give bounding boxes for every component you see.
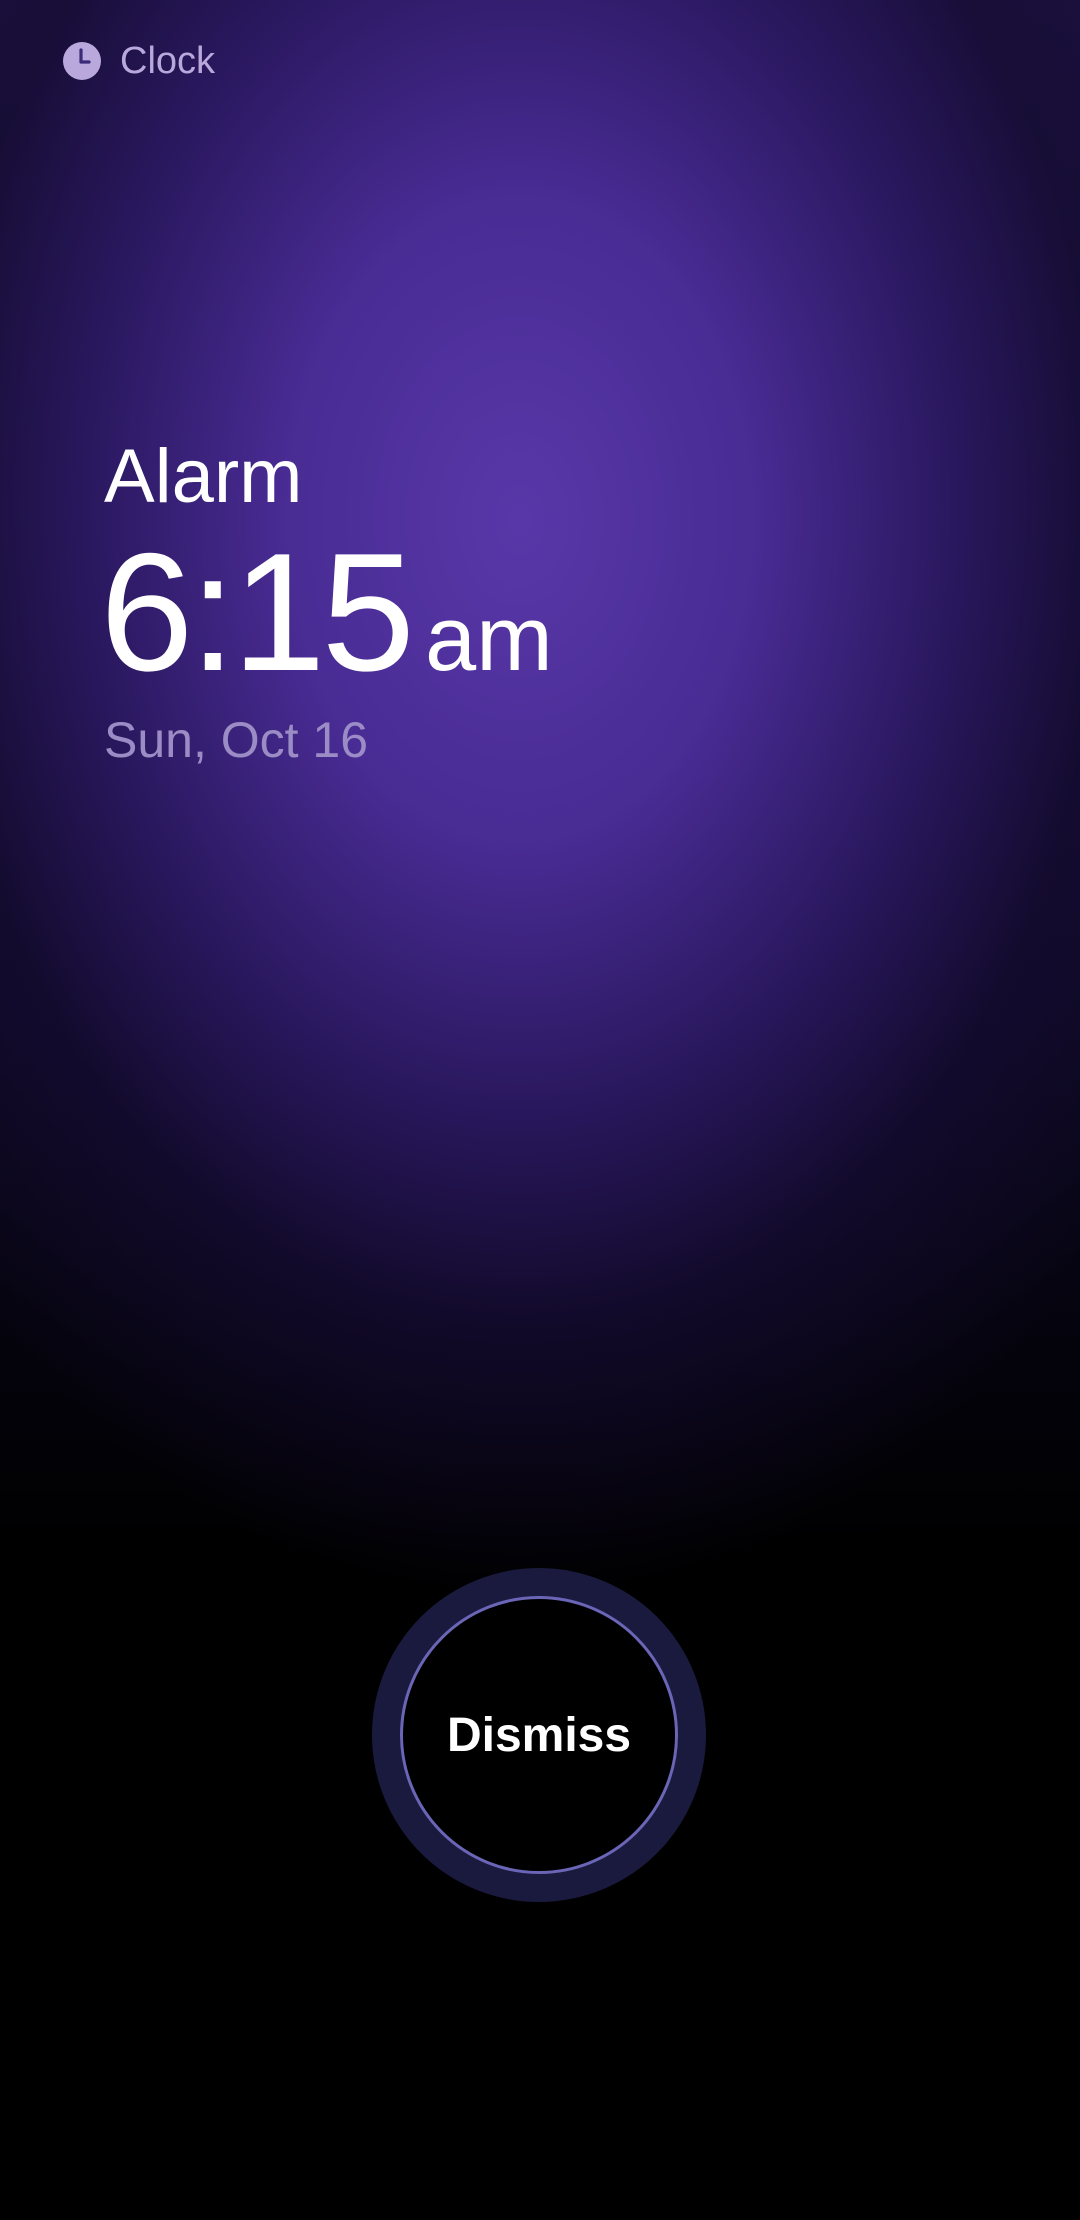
dismiss-label: Dismiss (446, 1708, 632, 1762)
alarm-time-ampm: am (424, 588, 553, 690)
clock-icon (62, 41, 102, 81)
app-name: Clock (120, 40, 216, 82)
alarm-screen: Clock Alarm 6:15 am Sun, Oct 16 Dismiss (0, 0, 1080, 2220)
dismiss-button[interactable]: Dismiss (372, 1568, 706, 1902)
alarm-time: 6:15 am (100, 518, 553, 706)
alarm-date: Sun, Oct 16 (104, 712, 369, 768)
alarm-label: Alarm (104, 434, 303, 519)
alarm-time-value: 6:15 (100, 518, 415, 706)
app-header: Clock (62, 38, 215, 84)
dismiss-button-ring[interactable]: Dismiss (400, 1596, 678, 1874)
